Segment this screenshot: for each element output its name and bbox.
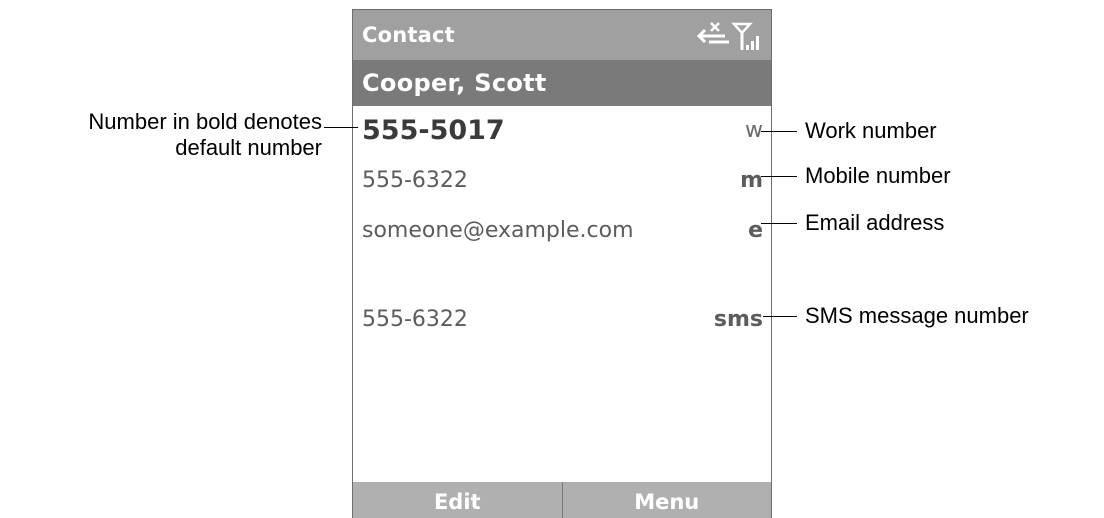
entry-value: 555-6322 — [362, 307, 468, 332]
entry-type: e — [748, 218, 763, 243]
mobile-number-callout: Mobile number — [805, 163, 951, 188]
email-address-callout: Email address — [805, 210, 945, 235]
title-bar: Contact — [353, 10, 771, 60]
callout-leader-line — [761, 176, 797, 177]
callout-leader-line — [324, 127, 358, 128]
work-number-callout: Work number — [805, 118, 937, 143]
contact-name: Cooper, Scott — [362, 69, 547, 97]
callout-text: Number in bold denotes — [88, 109, 322, 134]
entry-sms[interactable]: 555-6322 sms — [353, 302, 771, 342]
default-number-callout: Number in bold denotes default number — [88, 109, 322, 161]
contact-header: Cooper, Scott — [353, 60, 771, 106]
entry-value: 555-6322 — [362, 168, 468, 193]
phone-screen: Contact Cooper, Scott 555-5017 w 555-632… — [352, 9, 772, 518]
menu-softkey[interactable]: Menu — [561, 482, 772, 518]
entry-value: someone@example.com — [362, 218, 634, 243]
callout-leader-line — [761, 223, 797, 224]
edit-softkey[interactable]: Edit — [353, 482, 562, 518]
callout-leader-line — [761, 131, 797, 132]
entry-value: 555-5017 — [362, 115, 505, 146]
entry-email[interactable]: someone@example.com e — [353, 213, 771, 293]
signal-strength-icon — [731, 22, 759, 50]
callout-leader-line — [763, 316, 797, 317]
no-data-connection-icon — [696, 22, 729, 44]
entry-type: m — [740, 168, 763, 193]
entry-mobile[interactable]: 555-6322 m — [353, 163, 771, 203]
softkey-bar: Edit Menu — [353, 482, 771, 518]
callout-text: default number — [175, 135, 322, 160]
entry-type: sms — [713, 307, 763, 332]
sms-number-callout: SMS message number — [805, 303, 1029, 328]
entry-work[interactable]: 555-5017 w — [353, 113, 771, 153]
app-title: Contact — [362, 23, 455, 47]
status-icons — [696, 22, 759, 50]
